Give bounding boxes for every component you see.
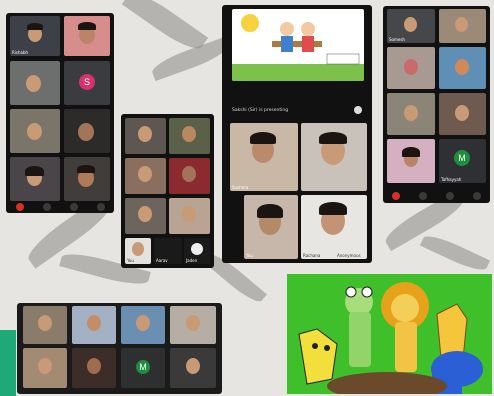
video-tile: [121, 306, 165, 344]
video-tile: [64, 157, 110, 201]
phone-screenshot-c: Sakshi (Sir) is presenting Sushma You Ra…: [222, 5, 372, 263]
participant-name: Somesh: [389, 37, 405, 42]
participant-name: Rishabh: [12, 50, 29, 55]
end-call-button[interactable]: [15, 203, 24, 211]
more-options-button[interactable]: [96, 203, 105, 211]
video-tile: [439, 9, 486, 43]
puppet-craft-illustration: [287, 274, 492, 394]
laptop-screenshot: M: [17, 303, 222, 394]
video-tile: [169, 198, 210, 234]
video-tile: Sushma: [230, 123, 298, 191]
camera-button[interactable]: [419, 192, 428, 200]
video-tile: [387, 139, 435, 183]
participant-name: Aarav: [156, 258, 168, 263]
participant-name: Jaden: [186, 258, 198, 263]
video-tile: You: [244, 195, 298, 259]
video-tile: [23, 348, 67, 388]
cartoon-illustration: [232, 14, 364, 81]
participant-name: You: [127, 258, 134, 263]
video-tile: M: [121, 348, 165, 388]
video-tile: [64, 109, 110, 153]
video-tile: [72, 348, 116, 388]
phone-screenshot-b: You Aarav Jaden: [121, 114, 214, 268]
video-tile: [439, 93, 486, 135]
participant-name: You: [246, 253, 253, 258]
presentation-screen: [232, 9, 364, 81]
phone-screenshot-a: Rishabh S: [6, 13, 114, 213]
mic-button[interactable]: [69, 203, 78, 211]
participant-avatar: M: [454, 150, 470, 166]
participant-name: Tafhayyah: [441, 177, 462, 182]
video-tile: [125, 118, 166, 154]
video-tile: [64, 16, 110, 56]
video-tile: [170, 306, 216, 344]
end-call-button[interactable]: [392, 192, 401, 200]
paper-puppet-craft-photo: [287, 274, 492, 394]
more-options-button[interactable]: [472, 192, 481, 200]
video-tile: Rishabh: [10, 16, 60, 56]
presenting-caption: Sakshi (Sir) is presenting: [232, 108, 289, 113]
video-tile: [10, 61, 60, 105]
participant-avatar: S: [79, 74, 95, 90]
video-tile: [387, 93, 435, 135]
teal-accent-strip: [0, 330, 16, 396]
call-controls: [6, 201, 114, 213]
video-tile: [170, 348, 216, 388]
video-tile: [387, 47, 435, 89]
video-tile: Jaden: [184, 238, 210, 264]
video-tile: [23, 306, 67, 344]
video-tile: S: [64, 61, 110, 105]
video-tile: [301, 123, 367, 191]
video-tile: [169, 158, 210, 194]
video-tile: M Tafhayyah: [439, 139, 486, 183]
video-tile: Somesh: [387, 9, 435, 43]
video-tile: [439, 47, 486, 89]
participant-name: Anonymous: [337, 253, 361, 258]
video-tile: [125, 198, 166, 234]
video-tile: [72, 306, 116, 344]
video-tile: [125, 158, 166, 194]
video-tile: You: [125, 238, 151, 264]
mic-button[interactable]: [445, 192, 454, 200]
presentation-options-button[interactable]: [354, 106, 362, 114]
video-tile: [169, 118, 210, 154]
participant-avatar: M: [136, 360, 150, 374]
participant-name: Rachana: [303, 253, 321, 258]
video-tile: [10, 157, 60, 201]
participant-name: Sushma: [232, 185, 249, 190]
video-tile: Aarav: [154, 238, 182, 264]
video-tile: Rachana Anonymous: [301, 195, 367, 259]
call-controls: [383, 189, 490, 203]
camera-button[interactable]: [42, 203, 51, 211]
phone-screenshot-d: Somesh M Tafhayyah: [383, 6, 490, 203]
video-tile: [10, 109, 60, 153]
